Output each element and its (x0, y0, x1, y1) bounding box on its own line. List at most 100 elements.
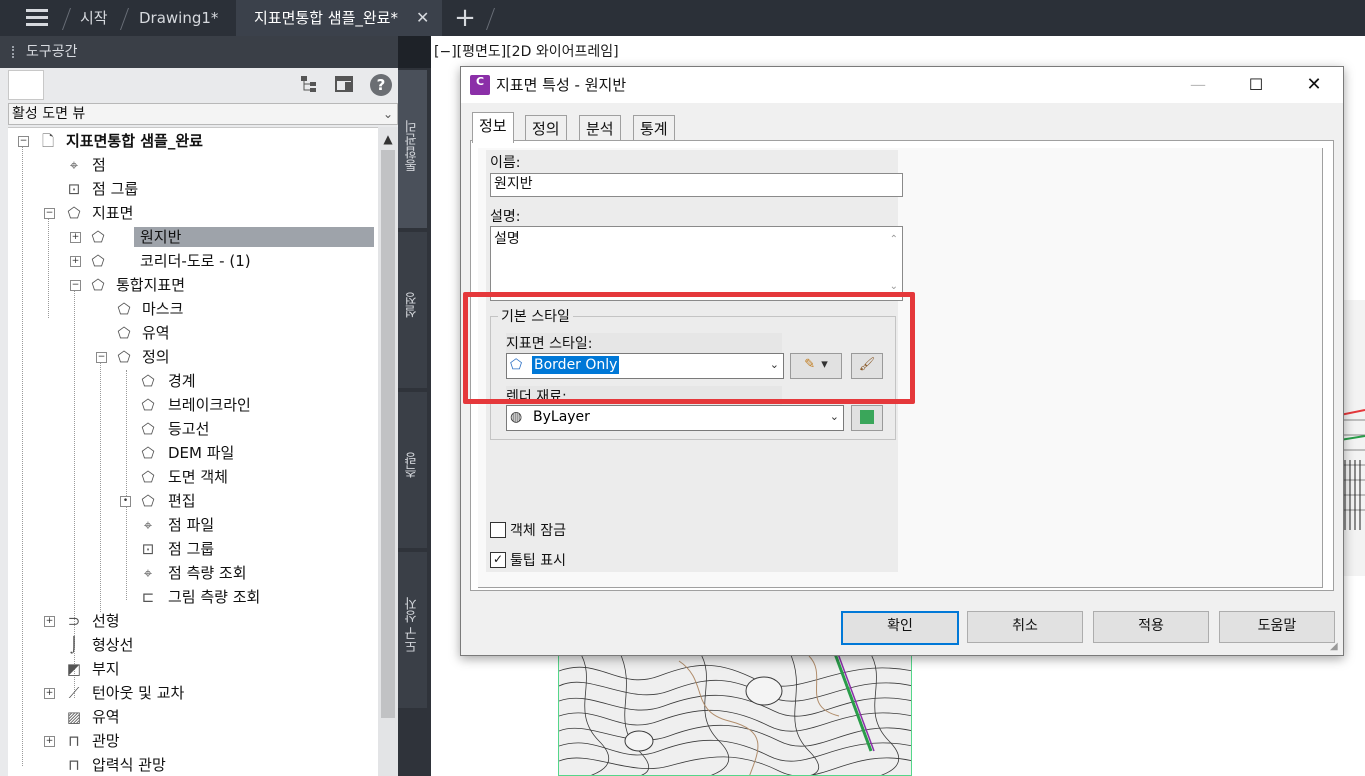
show-tooltips-checkbox[interactable]: ✓ (490, 552, 506, 568)
help-icon[interactable]: ? (370, 74, 392, 96)
tree-item-dem-files[interactable]: ⬠ DEM 파일 (8, 441, 378, 465)
tab-statistics[interactable]: 통계 (633, 115, 675, 142)
tree-item-turnouts[interactable]: + ⟋ 턴아웃 및 교차 (8, 681, 378, 705)
figure-survey-icon: ⊏ (141, 588, 155, 606)
tree-item-label: 유역 (142, 324, 170, 342)
minimize-icon[interactable]: — (1178, 70, 1218, 100)
tab-settings[interactable]: 설정 (398, 232, 427, 388)
name-field[interactable]: 원지반 (490, 173, 903, 197)
help-button[interactable]: 도움말 (1219, 611, 1335, 643)
tab-label: 측량 (405, 452, 420, 478)
tab-drawing1[interactable]: Drawing1* (139, 0, 218, 36)
cancel-button[interactable]: 취소 (967, 611, 1083, 643)
tree-item-edits[interactable]: • ⬠ 편집 (8, 489, 378, 513)
tab-current-drawing[interactable]: 지표면통합 샘플_완료* ✕ (236, 0, 442, 36)
render-material-value: ByLayer (533, 409, 590, 425)
ok-button[interactable]: 확인 (841, 611, 959, 645)
tab-prospector[interactable]: 통합관리 (398, 70, 427, 228)
tree-item-drawing-objects[interactable]: ⬠ 도면 객체 (8, 465, 378, 489)
tree-item-figure-survey[interactable]: ⊏ 그림 측량 조회 (8, 585, 378, 609)
annotation-highlight-box (463, 292, 915, 404)
tree-item-definition[interactable]: − ⬠ 정의 (8, 345, 378, 369)
collapse-toggle[interactable]: − (96, 352, 107, 363)
tab-start[interactable]: 시작 (80, 0, 108, 36)
apply-button[interactable]: 적용 (1093, 611, 1209, 643)
resize-grip[interactable]: ◢ (1330, 641, 1342, 653)
menu-icon[interactable] (26, 9, 48, 27)
tree-item-catchments[interactable]: ▨ 유역 (8, 705, 378, 729)
tree-item-point-survey[interactable]: ⌖ 점 측량 조회 (8, 561, 378, 585)
expand-toggle[interactable]: • (120, 496, 131, 507)
tree-item-label: 통합지표면 (116, 276, 186, 294)
turnout-icon: ⟋ (68, 684, 80, 702)
tree-item-alignments[interactable]: + ⊃ 선형 (8, 609, 378, 633)
view-select[interactable]: 활성 도면 뷰 ⌄ (8, 103, 398, 125)
tree-item-surface-corridor[interactable]: + ⬠ 코리더-도로 - (1) (8, 249, 378, 273)
tree-item-label: 점 측량 조회 (168, 564, 247, 582)
tree-item-root[interactable]: − 🗋 지표면통합 샘플_완료 (8, 129, 378, 153)
drawing-icon: 🗋 (41, 132, 55, 150)
point-group-icon: ⊡ (141, 540, 155, 558)
expand-toggle[interactable]: + (70, 232, 81, 243)
viewport-controls[interactable]: [−][평면도][2D 와이어프레임] (434, 42, 619, 62)
scroll-up-icon[interactable]: ▲ (378, 130, 398, 148)
scrollbar-thumb[interactable] (381, 150, 395, 718)
tab-analysis[interactable]: 분석 (579, 115, 621, 142)
tree-item-pipe-networks[interactable]: + ⊓ 관망 (8, 729, 378, 753)
tree-item-point-groups[interactable]: ⊡ 점 그룹 (8, 177, 378, 201)
drawing-object-icon: ⬠ (141, 468, 155, 486)
close-icon[interactable]: ✕ (416, 0, 429, 36)
tab-label: 도구 상자 (405, 597, 420, 654)
tree-item-surface-merged[interactable]: − ⬠ 통합지표면 (8, 273, 378, 297)
catchment-icon: ▨ (66, 708, 82, 726)
maximize-icon[interactable]: ☐ (1236, 70, 1276, 100)
tree-item-point-groups-def[interactable]: ⊡ 점 그룹 (8, 537, 378, 561)
item-view-icon[interactable] (333, 74, 355, 96)
tree-item-label: 형상선 (92, 636, 134, 654)
description-field[interactable]: 설명 ⌃ ⌄ (490, 226, 903, 301)
expand-toggle[interactable]: + (44, 688, 55, 699)
tree-item-breaklines[interactable]: ⬠ 브레이크라인 (8, 393, 378, 417)
tree-item-surfaces[interactable]: − ⬠ 지표면 (8, 201, 378, 225)
tree-item-points[interactable]: ⌖ 점 (8, 153, 378, 177)
description-text: 설명 (494, 231, 520, 247)
material-browser-button[interactable] (851, 405, 883, 431)
collapse-toggle[interactable]: − (18, 136, 29, 147)
expand-toggle[interactable]: + (44, 736, 55, 747)
tree-item-feature-lines[interactable]: ⌡ 형상선 (8, 633, 378, 657)
point-group-icon: ⊡ (67, 180, 81, 198)
add-tab-icon[interactable]: + (452, 2, 478, 34)
grip-handle[interactable] (12, 46, 16, 58)
tree-view-icon[interactable] (298, 74, 320, 96)
boundary-icon: ⬠ (141, 372, 155, 390)
tree-item-boundaries[interactable]: ⬠ 경계 (8, 369, 378, 393)
surface-contour-drawing[interactable] (558, 650, 912, 776)
tree-item-point-files[interactable]: ⌖ 점 파일 (8, 513, 378, 537)
separator (119, 8, 130, 30)
tree-item-surface-existing[interactable]: + ⬠ 원지반 (8, 225, 378, 249)
collapse-toggle[interactable]: − (44, 208, 55, 219)
collapse-toggle[interactable]: − (70, 280, 81, 291)
material-browser-icon (860, 410, 874, 424)
tree-item-sites[interactable]: ◩ 부지 (8, 657, 378, 681)
object-lock-checkbox[interactable] (490, 522, 506, 538)
tab-toolbox[interactable]: 도구 상자 (398, 552, 427, 708)
prospector-tree: − 🗋 지표면통합 샘플_완료 ⌖ 점 ⊡ 점 그룹 − ⬠ 지표면 + ⬠ 원… (8, 127, 378, 776)
tab-survey[interactable]: 측량 (398, 392, 427, 548)
render-material-select[interactable]: ◍ ByLayer ⌄ (506, 405, 844, 431)
top-tab-bar: 시작 Drawing1* 지표면통합 샘플_완료* ✕ + (0, 0, 1365, 36)
tree-item-watersheds[interactable]: ⬠ 유역 (8, 321, 378, 345)
tree-item-masks[interactable]: ⬠ 마스크 (8, 297, 378, 321)
breakline-icon: ⬠ (141, 396, 155, 414)
tree-item-contours[interactable]: ⬠ 등고선 (8, 417, 378, 441)
expand-toggle[interactable]: + (70, 256, 81, 267)
tree-item-label: 마스크 (142, 300, 184, 318)
tab-definition[interactable]: 정의 (525, 115, 567, 142)
scroll-up-icon[interactable]: ⌃ (890, 229, 898, 251)
tree-item-pressure-networks[interactable]: ⊓ 압력식 관망 (8, 753, 378, 776)
tab-information[interactable]: 정보 (472, 112, 514, 143)
close-icon[interactable]: ✕ (1294, 70, 1334, 100)
expand-toggle[interactable]: + (44, 616, 55, 627)
tree-item-label: 점 그룹 (168, 540, 215, 558)
toolspace-title: 도구공간 (0, 36, 398, 68)
